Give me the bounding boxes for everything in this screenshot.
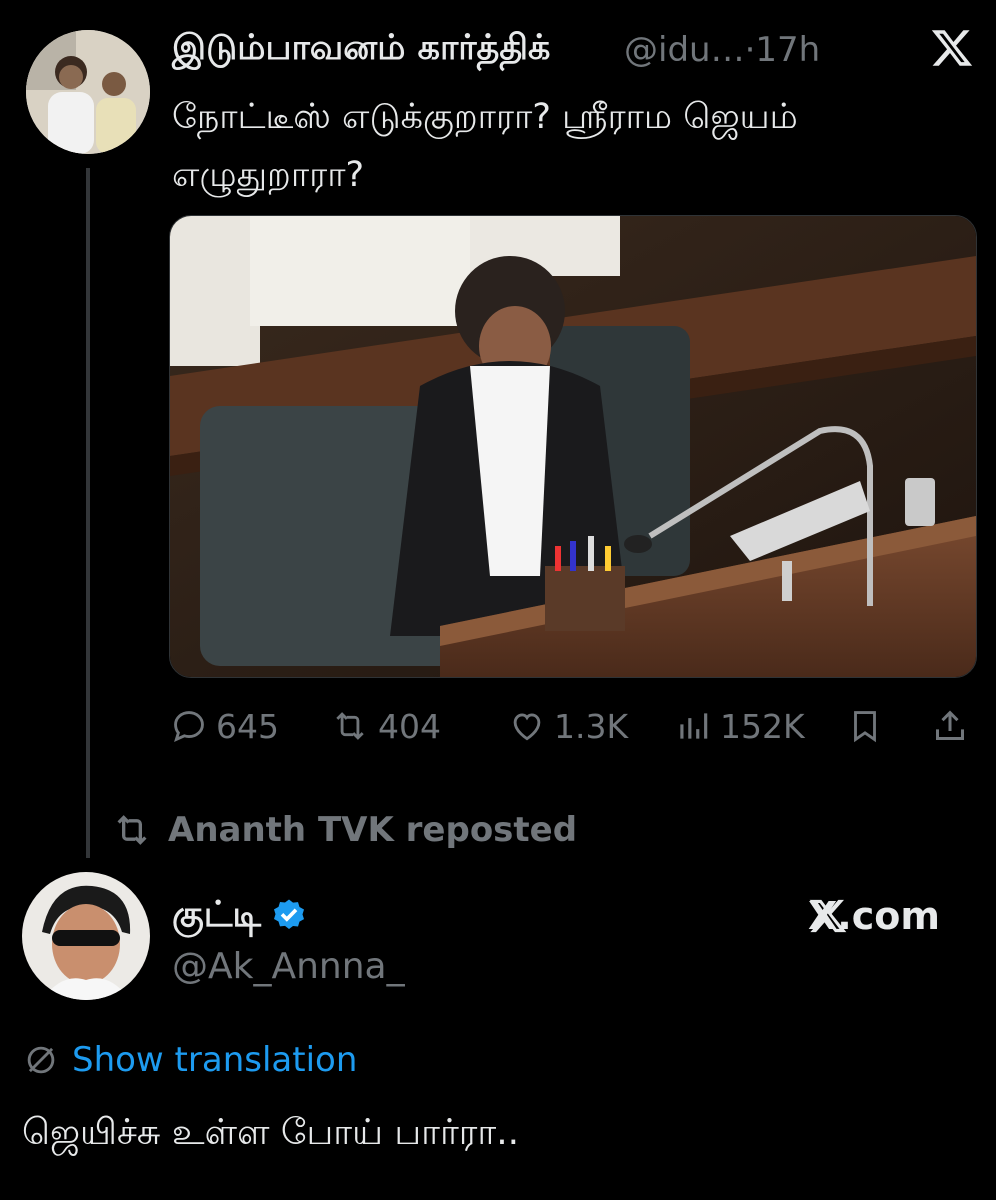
show-translation-text: Show translation — [72, 1040, 358, 1080]
quoted-tweet-text: நோட்டீஸ் எடுக்குறாரா? ஸ்ரீராம ஜெயம் எழுத… — [172, 97, 798, 195]
bookmark-icon — [854, 711, 876, 743]
views-count: 152K — [720, 706, 805, 746]
main-tweet-text: ஜெயிச்சு உள்ள போய் பார்ரா.. — [22, 1112, 520, 1153]
like-count: 1.3K — [554, 706, 629, 746]
x-logo-icon[interactable] — [930, 26, 974, 70]
reply-button[interactable]: 645 — [170, 700, 279, 752]
bookmark-button[interactable] — [846, 700, 892, 752]
show-translation-link[interactable]: Show translation — [22, 1040, 357, 1080]
verified-badge-icon — [274, 899, 305, 929]
author-avatar[interactable] — [22, 872, 150, 1000]
quoted-author-handle[interactable]: @idu…·17h — [624, 30, 820, 70]
like-button[interactable]: 1.3K — [508, 700, 628, 752]
share-icon — [936, 710, 964, 740]
source-label: X.com — [808, 894, 940, 938]
views-button[interactable]: 152K — [674, 700, 805, 752]
avatar-photo-icon — [26, 30, 150, 154]
photo-parliament-seat-icon — [170, 216, 976, 677]
repost-banner[interactable]: Ananth TVK reposted — [110, 808, 577, 852]
author-name[interactable]: குட்டி — [172, 894, 309, 940]
tweet-action-bar: 645 404 1.3K 152K — [170, 700, 976, 752]
translate-disabled-icon — [27, 1046, 55, 1074]
repost-button[interactable]: 404 — [330, 700, 441, 752]
timestamp: ·17h — [744, 30, 821, 70]
reply-count: 645 — [216, 706, 279, 746]
repost-count: 404 — [378, 706, 441, 746]
source-label-text: X.com — [808, 894, 940, 938]
author-name-text: குட்டி — [172, 894, 262, 935]
views-chart-icon — [680, 713, 708, 739]
tweet-media-image[interactable] — [169, 215, 977, 678]
repost-banner-text: Ananth TVK reposted — [168, 810, 578, 850]
quoted-author-name[interactable]: இடும்பாவனம் கார்த்திக் — [172, 28, 550, 72]
author-handle[interactable]: @Ak_Annna_ — [172, 946, 405, 987]
repost-icon — [336, 712, 364, 740]
reply-icon — [174, 711, 204, 743]
avatar-photo-icon — [22, 872, 150, 1000]
quoted-author-avatar[interactable] — [26, 30, 150, 154]
share-button[interactable] — [930, 700, 978, 752]
handle-text: @idu… — [624, 30, 745, 70]
repost-icon — [117, 815, 147, 845]
thread-connector-line — [86, 168, 90, 858]
heart-icon — [513, 713, 541, 741]
